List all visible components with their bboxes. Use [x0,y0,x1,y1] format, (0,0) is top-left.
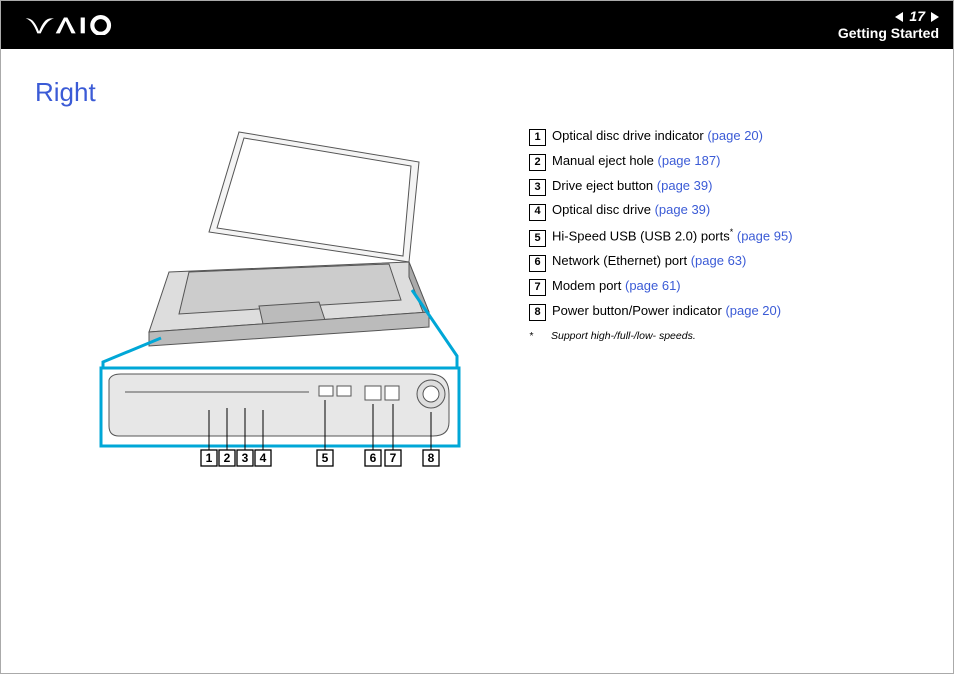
def-num: 6 [529,255,546,272]
definition-list: 1Optical disc drive indicator (page 20) … [529,126,933,345]
page-nav: 17 [838,8,939,25]
figure-label-6: 6 [370,451,377,465]
figure-label-3: 3 [242,451,249,465]
page-link[interactable]: (page 20) [725,303,781,318]
laptop-figure: 1 2 3 4 5 6 7 8 [69,122,509,472]
definition-item: 8Power button/Power indicator (page 20) [529,301,933,322]
definition-item: 5Hi-Speed USB (USB 2.0) ports* (page 95) [529,225,933,247]
figure-label-5: 5 [322,451,329,465]
def-num: 1 [529,129,546,146]
figure-label-2: 2 [224,451,231,465]
def-num: 8 [529,304,546,321]
def-num: 2 [529,154,546,171]
figure-label-1: 1 [206,451,213,465]
figure-label-7: 7 [390,451,397,465]
definition-item: 4Optical disc drive (page 39) [529,200,933,221]
page-link[interactable]: (page 20) [707,128,763,143]
figure-label-8: 8 [428,451,435,465]
def-num: 7 [529,279,546,296]
next-page-arrow-icon[interactable] [931,12,939,22]
definition-item: 7Modem port (page 61) [529,276,933,297]
definition-item: 3Drive eject button (page 39) [529,176,933,197]
page-link[interactable]: (page 95) [737,229,793,244]
def-num: 5 [529,230,546,247]
section-name: Getting Started [838,25,939,42]
page-link[interactable]: (page 39) [655,202,711,217]
footnote: * Support high-/full-/low- speeds. [529,328,933,345]
page-number: 17 [909,8,925,25]
definition-item: 6Network (Ethernet) port (page 63) [529,251,933,272]
vaio-logo [19,15,149,35]
page-link[interactable]: (page 61) [625,278,681,293]
page-header: 17 Getting Started [1,1,953,49]
page-link[interactable]: (page 63) [691,253,747,268]
page-link[interactable]: (page 39) [657,178,713,193]
page-link[interactable]: (page 187) [658,153,721,168]
page-title: Right [35,77,953,108]
definition-item: 2Manual eject hole (page 187) [529,151,933,172]
def-num: 3 [529,179,546,196]
definition-item: 1Optical disc drive indicator (page 20) [529,126,933,147]
prev-page-arrow-icon[interactable] [895,12,903,22]
figure-label-4: 4 [260,451,267,465]
def-num: 4 [529,204,546,221]
